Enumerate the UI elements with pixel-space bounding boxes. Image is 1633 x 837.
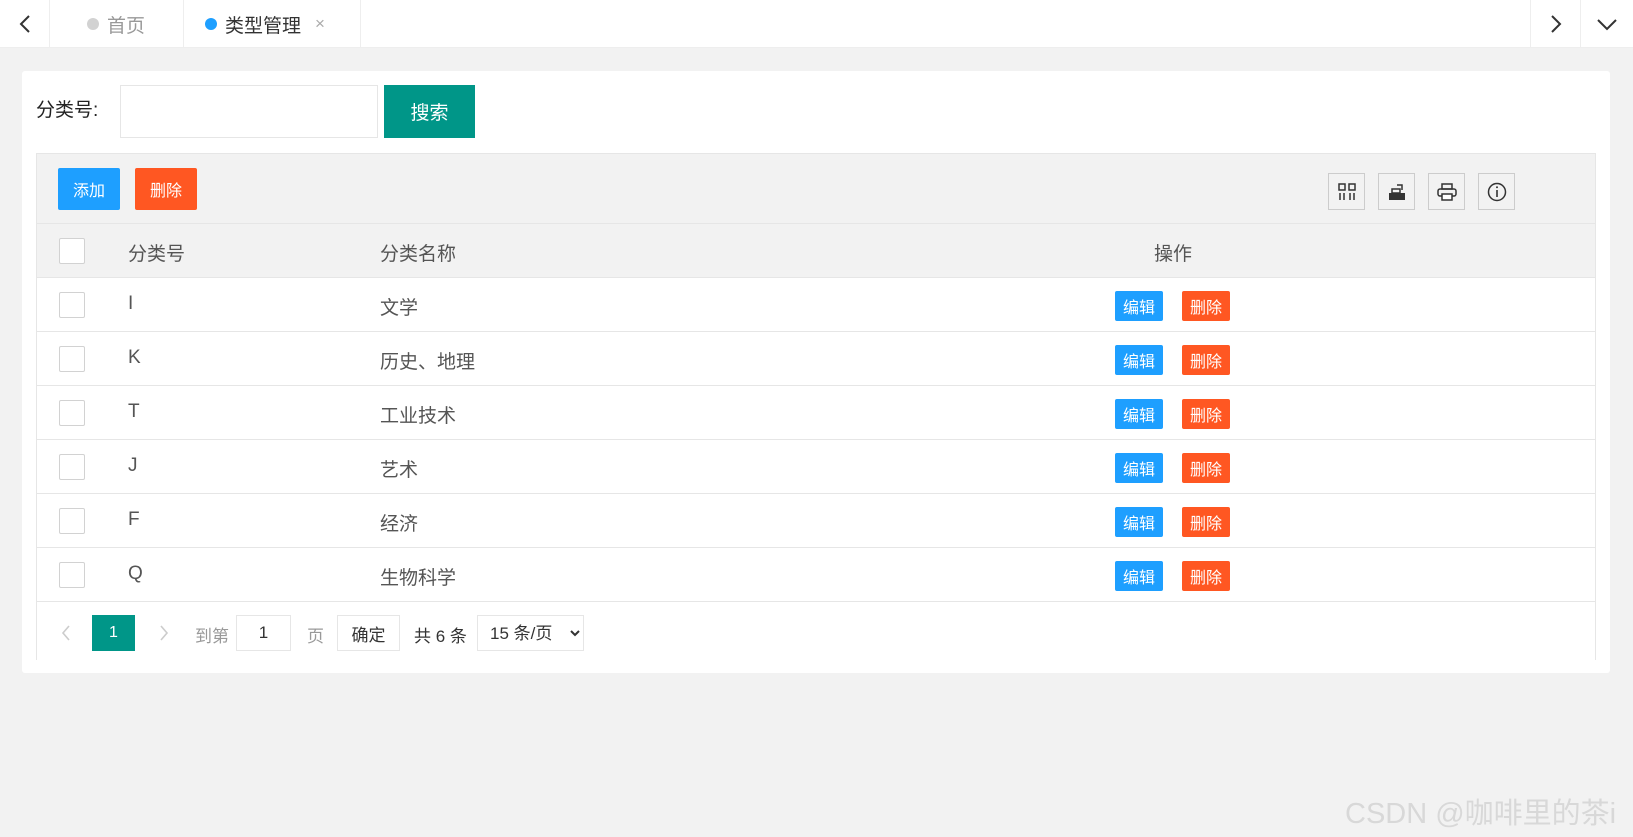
export-button[interactable]	[1378, 173, 1415, 210]
row-checkbox[interactable]	[59, 346, 85, 372]
goto-prefix: 到第	[195, 627, 229, 646]
page-size-select[interactable]: 15 条/页	[477, 615, 584, 651]
row-name: 生物科学	[380, 568, 457, 589]
search-input[interactable]	[120, 85, 378, 138]
add-button[interactable]: 添加	[58, 168, 120, 210]
delete-button[interactable]: 删除	[1182, 345, 1230, 375]
tab-close-icon[interactable]: ×	[315, 14, 325, 34]
tab-menu-button[interactable]	[1580, 0, 1633, 48]
tab-active-dot	[205, 18, 217, 30]
delete-button[interactable]: 删除	[1182, 291, 1230, 321]
next-page-button[interactable]	[149, 617, 179, 649]
main-card: 分类号: 搜索 添加 删除 分类号 分类名称 操作 I 文学 编辑 删除 K 历…	[22, 71, 1610, 673]
tab-home[interactable]: 首页	[50, 0, 184, 48]
tab-scroll-right-button[interactable]	[1530, 0, 1580, 48]
header-code: 分类号	[128, 244, 186, 265]
tab-status-dot	[87, 18, 99, 30]
tab-scroll-left-button[interactable]	[0, 0, 50, 48]
tab-bar: 首页 类型管理 ×	[0, 0, 1633, 48]
edit-button[interactable]: 编辑	[1115, 345, 1163, 375]
select-all-checkbox[interactable]	[59, 238, 85, 264]
row-checkbox[interactable]	[59, 400, 85, 426]
table-header: 分类号 分类名称 操作	[37, 224, 1595, 278]
columns-icon	[1337, 182, 1356, 200]
header-name: 分类名称	[380, 244, 457, 265]
row-checkbox[interactable]	[59, 508, 85, 534]
edit-button[interactable]: 编辑	[1115, 507, 1163, 537]
chevron-left-icon	[61, 625, 70, 641]
row-code: J	[128, 455, 138, 476]
row-name: 经济	[380, 514, 419, 535]
edit-button[interactable]: 编辑	[1115, 453, 1163, 483]
row-name: 文学	[380, 298, 419, 319]
row-name: 历史、地理	[380, 352, 476, 373]
table-row: I 文学 编辑 删除	[37, 278, 1595, 332]
edit-button[interactable]: 编辑	[1115, 561, 1163, 591]
data-table: 添加 删除 分类号 分类名称 操作 I 文学 编辑 删除 K 历史、地理 编辑 …	[36, 153, 1596, 660]
tab-type-management-label: 类型管理	[225, 15, 302, 37]
row-code: I	[128, 293, 134, 314]
row-checkbox[interactable]	[59, 292, 85, 318]
table-row: F 经济 编辑 删除	[37, 494, 1595, 548]
row-checkbox[interactable]	[59, 562, 85, 588]
info-icon	[1487, 182, 1506, 201]
edit-button[interactable]: 编辑	[1115, 291, 1163, 321]
print-button[interactable]	[1428, 173, 1465, 210]
chevron-left-icon	[19, 15, 30, 33]
table-toolbar: 添加 删除	[37, 154, 1595, 224]
search-label: 分类号:	[36, 100, 99, 121]
export-icon	[1388, 183, 1405, 200]
tab-type-management[interactable]: 类型管理 ×	[184, 0, 361, 48]
current-page[interactable]: 1	[92, 615, 135, 651]
delete-button[interactable]: 删除	[1182, 507, 1230, 537]
search-button[interactable]: 搜索	[384, 85, 475, 138]
prev-page-button[interactable]	[51, 617, 81, 649]
row-code: K	[128, 347, 141, 368]
info-button[interactable]	[1478, 173, 1515, 210]
delete-button[interactable]: 删除	[1182, 561, 1230, 591]
pagination: 1 到第 页 确定 共 6 条 15 条/页	[37, 605, 1595, 660]
row-name: 工业技术	[380, 406, 457, 427]
header-actions: 操作	[1154, 244, 1193, 265]
delete-button[interactable]: 删除	[1182, 453, 1230, 483]
columns-filter-button[interactable]	[1328, 173, 1365, 210]
print-icon	[1436, 182, 1457, 201]
row-name: 艺术	[380, 460, 419, 481]
row-code: F	[128, 509, 140, 530]
watermark: CSDN @咖啡里的茶i	[1345, 798, 1617, 830]
delete-button[interactable]: 删除	[1182, 399, 1230, 429]
chevron-right-icon	[1550, 15, 1561, 33]
batch-delete-button[interactable]: 删除	[135, 168, 197, 210]
edit-button[interactable]: 编辑	[1115, 399, 1163, 429]
table-row: K 历史、地理 编辑 删除	[37, 332, 1595, 386]
table-row: Q 生物科学 编辑 删除	[37, 548, 1595, 602]
goto-confirm-button[interactable]: 确定	[337, 615, 400, 651]
tab-home-label: 首页	[107, 15, 146, 37]
goto-page-input[interactable]	[236, 615, 291, 651]
row-code: T	[128, 401, 140, 422]
row-checkbox[interactable]	[59, 454, 85, 480]
row-code: Q	[128, 563, 143, 584]
total-count: 共 6 条	[414, 627, 467, 646]
chevron-right-icon	[160, 625, 169, 641]
table-row: T 工业技术 编辑 删除	[37, 386, 1595, 440]
chevron-down-icon	[1597, 19, 1617, 31]
table-row: J 艺术 编辑 删除	[37, 440, 1595, 494]
goto-suffix: 页	[307, 627, 324, 646]
